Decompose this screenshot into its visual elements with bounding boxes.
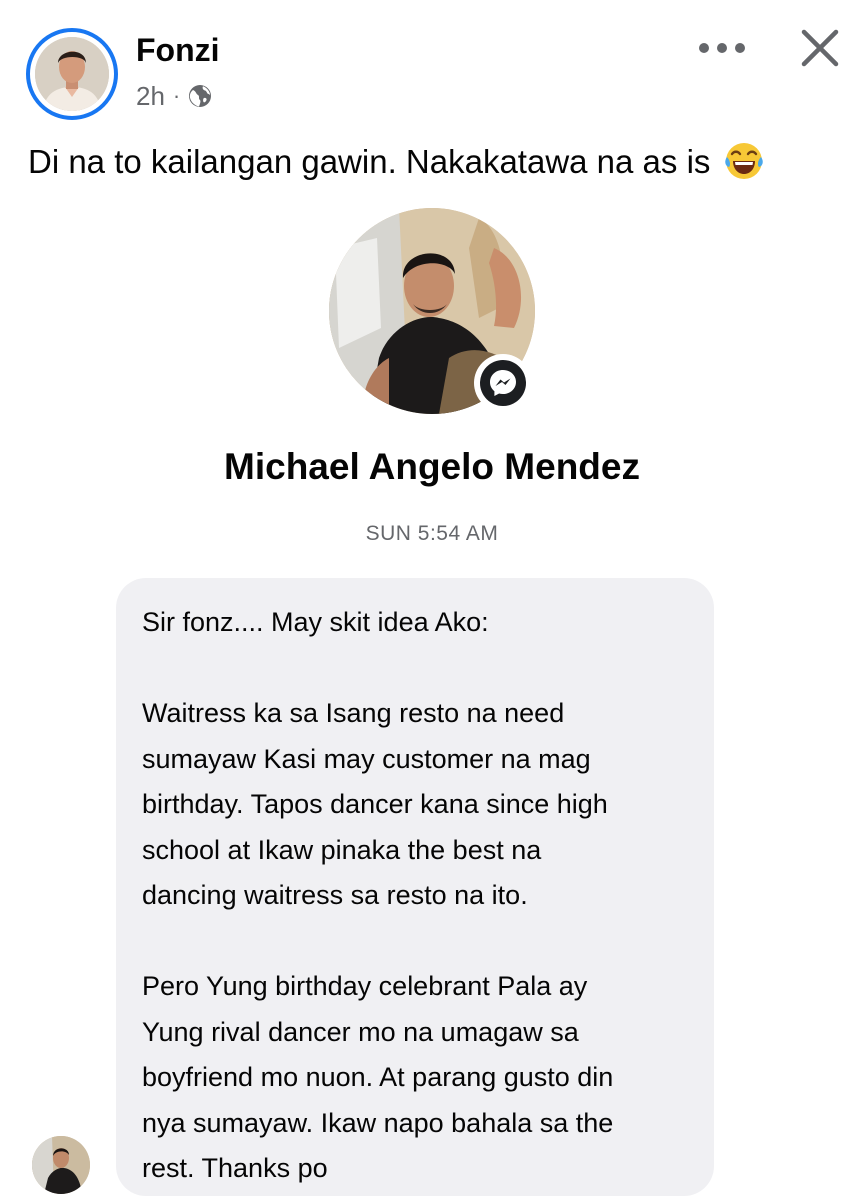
post-meta: 2h · — [136, 80, 212, 112]
meta-separator: · — [172, 83, 181, 108]
post-caption: Di na to kailangan gawin. Nakakatawa na … — [28, 140, 848, 184]
more-horizontal-icon — [699, 43, 745, 53]
message-timestamp: SUN 5:54 AM — [365, 522, 499, 545]
globe-icon[interactable] — [188, 84, 212, 108]
more-options-button[interactable] — [692, 26, 752, 70]
message-paragraph-3: Pero Yung birthday celebrant Pala ay Yun… — [142, 971, 614, 1183]
post-header: Fonzi 2h · — [0, 0, 864, 130]
author-name[interactable]: Fonzi — [136, 32, 220, 68]
message-paragraph-1: Sir fonz.... May skit idea Ako: — [142, 607, 489, 637]
sender-avatar[interactable] — [32, 1136, 90, 1194]
caption-text: Di na to kailangan gawin. Nakakatawa na … — [28, 143, 711, 180]
messenger-icon — [480, 360, 526, 406]
contact-name[interactable]: Michael Angelo Mendez — [0, 442, 864, 492]
post-time[interactable]: 2h — [136, 81, 165, 112]
close-icon — [801, 29, 839, 67]
message-bubble[interactable]: Sir fonz.... May skit idea Ako: Waitress… — [116, 578, 714, 1196]
laughing-emoji-icon — [724, 141, 764, 181]
author-avatar[interactable] — [26, 28, 118, 120]
sender-photo — [32, 1136, 90, 1194]
message-paragraph-2: Waitress ka sa Isang resto na need sumay… — [142, 698, 608, 910]
close-button[interactable] — [794, 22, 846, 74]
messenger-badge — [474, 354, 532, 412]
author-photo — [35, 37, 109, 111]
